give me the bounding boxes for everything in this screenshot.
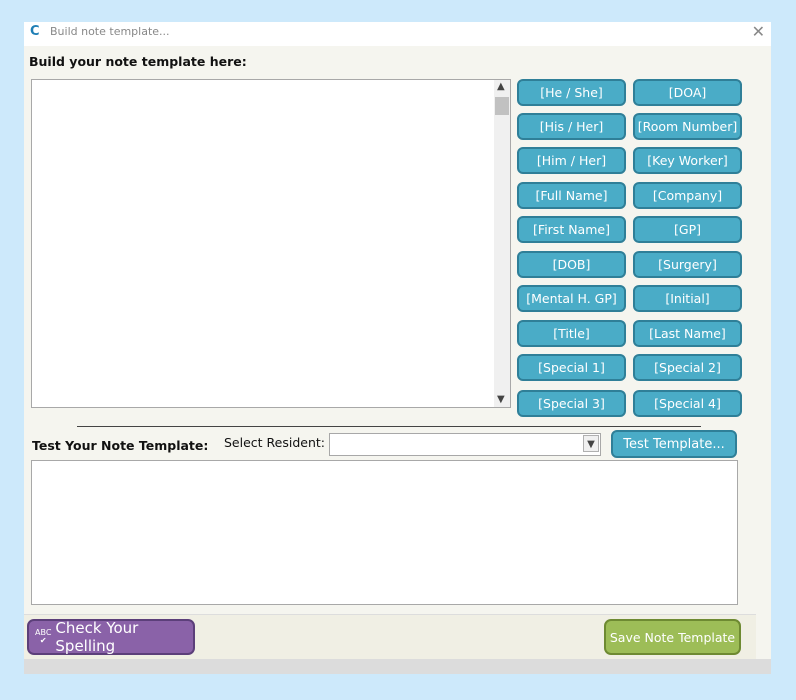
tag-button[interactable]: [Room Number] bbox=[633, 113, 742, 140]
tag-button[interactable]: [Him / Her] bbox=[517, 147, 626, 174]
tag-button[interactable]: [GP] bbox=[633, 216, 742, 243]
test-heading: Test Your Note Template: bbox=[32, 438, 209, 453]
editor-scrollbar[interactable]: ▲ ▼ bbox=[494, 80, 510, 407]
tag-button[interactable]: [Title] bbox=[517, 320, 626, 347]
app-logo-icon: C bbox=[30, 24, 40, 39]
tag-button[interactable]: [Special 2] bbox=[633, 354, 742, 381]
tag-button[interactable]: [Mental H. GP] bbox=[517, 285, 626, 312]
tag-button[interactable]: [His / Her] bbox=[517, 113, 626, 140]
note-template-window: C Build note template... ✕ Build your no… bbox=[24, 22, 771, 674]
tag-button[interactable]: [He / She] bbox=[517, 79, 626, 106]
dropdown-arrow-icon[interactable]: ▼ bbox=[583, 435, 599, 452]
tag-button[interactable]: [Key Worker] bbox=[633, 147, 742, 174]
scroll-down-icon[interactable]: ▼ bbox=[497, 394, 505, 405]
status-strip bbox=[24, 659, 771, 674]
tag-button[interactable]: [DOA] bbox=[633, 79, 742, 106]
close-icon[interactable]: ✕ bbox=[752, 22, 765, 41]
resident-select[interactable]: ▼ bbox=[329, 433, 601, 456]
title-bar: C Build note template... ✕ bbox=[24, 22, 771, 46]
tag-button[interactable]: [DOB] bbox=[517, 251, 626, 278]
tag-button[interactable]: [Special 1] bbox=[517, 354, 626, 381]
test-template-button[interactable]: Test Template... bbox=[611, 430, 737, 458]
tag-button[interactable]: [Special 3] bbox=[517, 390, 626, 417]
tag-button[interactable]: [Full Name] bbox=[517, 182, 626, 209]
tag-button[interactable]: [Special 4] bbox=[633, 390, 742, 417]
build-heading: Build your note template here: bbox=[29, 54, 247, 69]
select-resident-label: Select Resident: bbox=[224, 435, 325, 450]
scroll-thumb[interactable] bbox=[495, 97, 509, 115]
window-title: Build note template... bbox=[50, 25, 170, 38]
footer-bar: ABC ✔ Check Your Spelling Save Note Templ… bbox=[24, 614, 756, 660]
section-divider bbox=[77, 426, 701, 427]
spellcheck-icon: ABC ✔ bbox=[35, 628, 52, 645]
check-spelling-button[interactable]: ABC ✔ Check Your Spelling bbox=[27, 619, 195, 655]
check-spelling-label: Check Your Spelling bbox=[55, 619, 139, 655]
tag-button[interactable]: [First Name] bbox=[517, 216, 626, 243]
save-template-button[interactable]: Save Note Template bbox=[604, 619, 741, 655]
template-editor[interactable]: ▲ ▼ bbox=[31, 79, 511, 408]
tag-button[interactable]: [Surgery] bbox=[633, 251, 742, 278]
scroll-up-icon[interactable]: ▲ bbox=[497, 81, 505, 92]
test-output-area[interactable] bbox=[31, 460, 738, 605]
tag-button[interactable]: [Last Name] bbox=[633, 320, 742, 347]
tag-button[interactable]: [Initial] bbox=[633, 285, 742, 312]
tag-button[interactable]: [Company] bbox=[633, 182, 742, 209]
